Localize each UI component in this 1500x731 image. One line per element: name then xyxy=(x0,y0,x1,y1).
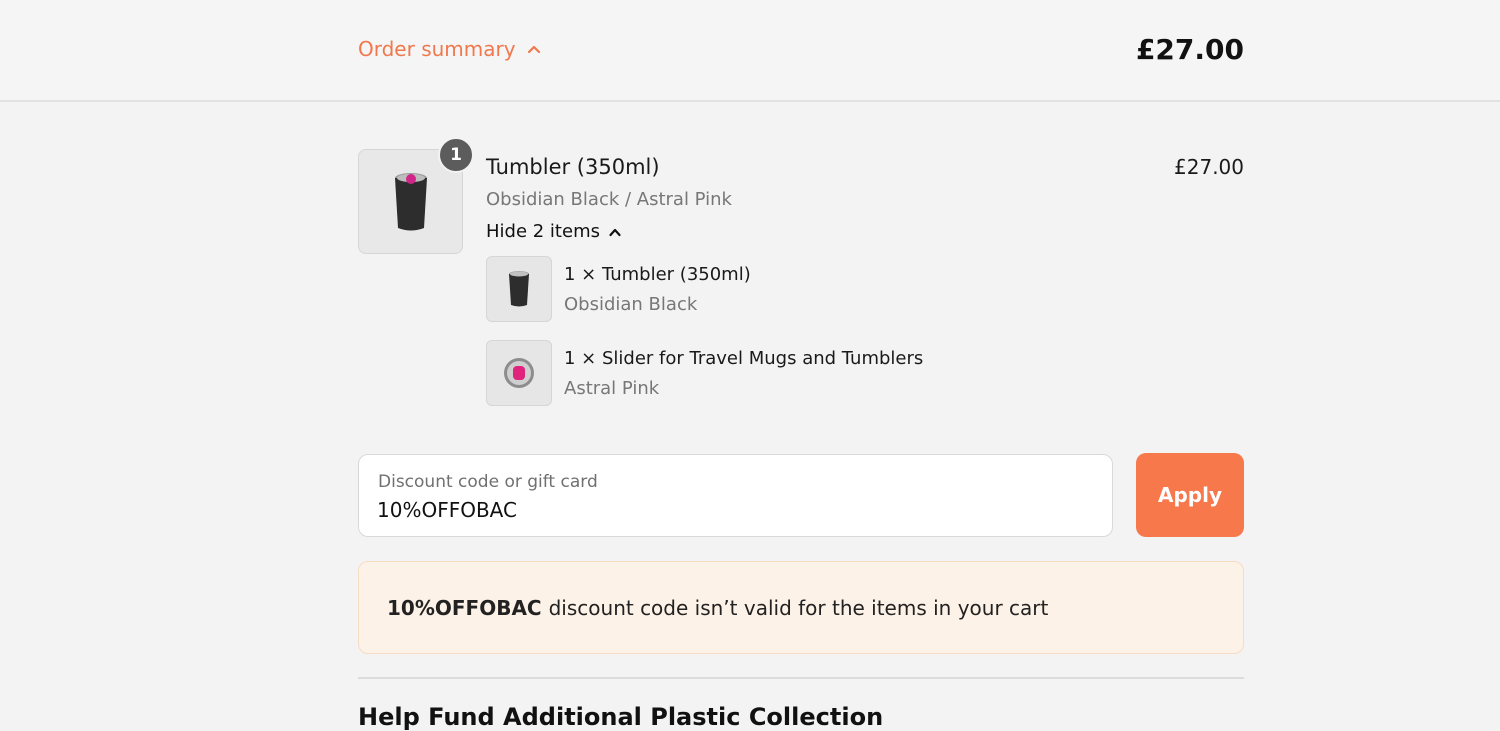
discount-code-input[interactable] xyxy=(377,495,1077,525)
chevron-up-icon xyxy=(527,45,540,54)
tumbler-image xyxy=(509,271,529,307)
tumbler-image xyxy=(394,172,427,230)
order-summary-bar: Order summary £27.00 xyxy=(0,0,1500,102)
chevron-up-icon xyxy=(609,228,621,236)
discount-error-notice: 10%OFFOBAC discount code isn’t valid for… xyxy=(358,561,1244,654)
bundle-item-thumbnail xyxy=(486,256,552,322)
order-total: £27.00 xyxy=(1135,33,1244,66)
discount-code-label: Discount code or gift card xyxy=(378,472,598,492)
section-divider xyxy=(358,677,1244,679)
bundle-item-thumbnail xyxy=(486,340,552,406)
notice-message: discount code isn’t valid for the items … xyxy=(548,595,1049,620)
product-price: £27.00 xyxy=(1174,155,1244,179)
notice-code: 10%OFFOBAC xyxy=(387,595,542,620)
bundle-item-title: 1 × Tumbler (350ml) xyxy=(564,264,751,285)
slider-lid-image xyxy=(504,358,534,388)
bundle-item-title: 1 × Slider for Travel Mugs and Tumblers xyxy=(564,348,924,369)
hide-items-toggle[interactable]: Hide 2 items xyxy=(486,221,622,242)
apply-button[interactable]: Apply xyxy=(1136,453,1244,537)
bundle-item: 1 × Tumbler (350ml) Obsidian Black xyxy=(486,256,1086,322)
quantity-badge: 1 xyxy=(438,137,474,173)
order-summary-label: Order summary xyxy=(358,37,516,61)
discount-code-field[interactable]: Discount code or gift card xyxy=(358,454,1113,537)
bundle-item-variant: Astral Pink xyxy=(564,378,660,399)
bundle-item-variant: Obsidian Black xyxy=(564,294,698,315)
order-summary-toggle[interactable]: Order summary xyxy=(358,37,542,61)
bundle-item: 1 × Slider for Travel Mugs and Tumblers … xyxy=(486,340,1086,406)
product-title: Tumbler (350ml) xyxy=(486,155,660,179)
hide-items-label: Hide 2 items xyxy=(486,221,600,242)
product-variant: Obsidian Black / Astral Pink xyxy=(486,189,732,210)
section-title: Help Fund Additional Plastic Collection xyxy=(358,703,884,731)
